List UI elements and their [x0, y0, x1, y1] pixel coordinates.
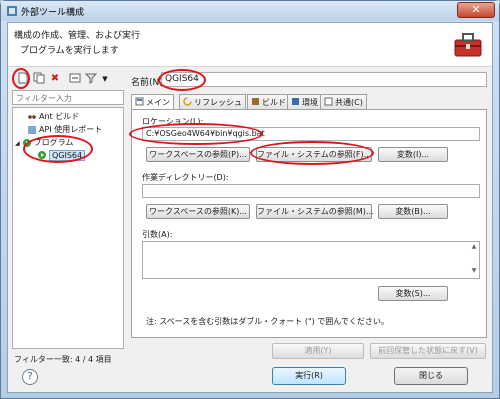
- location-workspace-button[interactable]: ワークスペースの参照(P)...: [146, 147, 250, 162]
- tree-item-ant-build[interactable]: Ant ビルド: [27, 111, 79, 123]
- new-config-icon[interactable]: [16, 72, 30, 86]
- dialog-header: 構成の作成、管理、および実行 プログラムを実行します: [8, 23, 492, 67]
- name-field[interactable]: QGIS64: [161, 72, 487, 87]
- tree-item-label: API 使用レポート: [39, 125, 103, 134]
- main-tab-icon: [135, 97, 144, 106]
- arguments-note: 注: スペースを含む引数はダブル・クォート (") で囲んでください。: [146, 317, 389, 326]
- arguments-field[interactable]: ▲ ▼: [142, 241, 480, 279]
- main-tab-panel: ロケーション(L): C:¥OSGeo4W64¥bin¥qgis.bat ワーク…: [131, 109, 487, 338]
- duplicate-config-icon[interactable]: [32, 72, 46, 86]
- location-label: ロケーション(L):: [142, 117, 204, 126]
- filter-config-icon[interactable]: [84, 72, 98, 86]
- tree-item-label: プログラム: [33, 138, 74, 147]
- tree-item-api-report[interactable]: API 使用レポート: [27, 124, 102, 136]
- workdir-label: 作業ディレクトリー(D):: [142, 173, 229, 182]
- delete-config-icon[interactable]: ✖: [48, 72, 62, 86]
- tree-item-label: Ant ビルド: [39, 112, 80, 121]
- location-variables-button[interactable]: 変数(I)...: [378, 147, 448, 162]
- report-icon: [27, 125, 37, 135]
- filter-status: フィルター一致: 4 / 4 項目: [14, 355, 112, 364]
- config-tree[interactable]: Ant ビルド API 使用レポート ◢ プログラム QGIS64: [12, 107, 124, 349]
- workdir-field[interactable]: [142, 184, 480, 198]
- run-button[interactable]: 実行(R): [272, 367, 346, 385]
- program-icon: [37, 150, 47, 160]
- header-description: プログラムを実行します: [20, 46, 119, 56]
- apply-button[interactable]: 適用(Y): [272, 343, 364, 359]
- revert-button[interactable]: 前回保管した状態に戻す(V): [370, 343, 486, 359]
- arguments-label: 引数(A):: [142, 230, 173, 239]
- tab-common[interactable]: 共通(C): [320, 94, 367, 109]
- collapse-all-icon[interactable]: [68, 72, 82, 86]
- refresh-icon: [183, 97, 192, 106]
- location-filesystem-button[interactable]: ファイル・システムの参照(F)...: [256, 147, 372, 162]
- environment-icon: [291, 97, 300, 106]
- title-bar[interactable]: 外部ツール構成 ✕: [1, 1, 499, 21]
- filter-input[interactable]: フィルター入力: [12, 90, 124, 105]
- tab-build[interactable]: ビルド: [247, 94, 290, 109]
- config-toolbar: ✖ ▼: [12, 71, 124, 89]
- help-icon[interactable]: ?: [22, 369, 38, 385]
- program-icon: [22, 138, 32, 148]
- expand-arrow-icon[interactable]: ◢: [15, 140, 20, 147]
- window-close-button[interactable]: ✕: [457, 2, 495, 18]
- build-icon: [251, 97, 260, 106]
- header-title: 構成の作成、管理、および実行: [14, 31, 141, 41]
- tab-environment[interactable]: 環境: [287, 94, 322, 109]
- tree-item-program[interactable]: ◢ プログラム: [15, 137, 73, 149]
- tab-refresh[interactable]: リフレッシュ: [179, 94, 246, 109]
- config-tabs: メイン リフレッシュ ビルド 環境 共通(C): [131, 94, 487, 110]
- workdir-variables-button[interactable]: 変数(B)...: [378, 204, 448, 219]
- window-title: 外部ツール構成: [21, 8, 85, 18]
- workdir-workspace-button[interactable]: ワークスペースの参照(K)...: [146, 204, 250, 219]
- chevron-down-icon[interactable]: ▼: [98, 72, 112, 86]
- toolbox-icon: [454, 33, 482, 57]
- tree-item-qgis64[interactable]: QGIS64: [37, 149, 86, 162]
- scrollbar[interactable]: ▲ ▼: [470, 243, 478, 275]
- arguments-variables-button[interactable]: 変数(S)...: [378, 286, 448, 301]
- tree-item-label: QGIS64: [49, 149, 86, 161]
- tab-main[interactable]: メイン: [131, 94, 174, 110]
- app-icon: [7, 6, 17, 16]
- location-field[interactable]: C:¥OSGeo4W64¥bin¥qgis.bat: [142, 127, 480, 141]
- common-icon: [324, 97, 333, 106]
- workdir-filesystem-button[interactable]: ファイル・システムの参照(M)...: [256, 204, 374, 219]
- dialog-window: 外部ツール構成 ✕ 構成の作成、管理、および実行 プログラムを実行します ✖ ▼…: [0, 0, 500, 399]
- ant-icon: [27, 112, 37, 122]
- dialog-content: 構成の作成、管理、および実行 プログラムを実行します ✖ ▼ フィルター入力 A…: [7, 22, 493, 393]
- close-button[interactable]: 閉じる: [394, 367, 468, 385]
